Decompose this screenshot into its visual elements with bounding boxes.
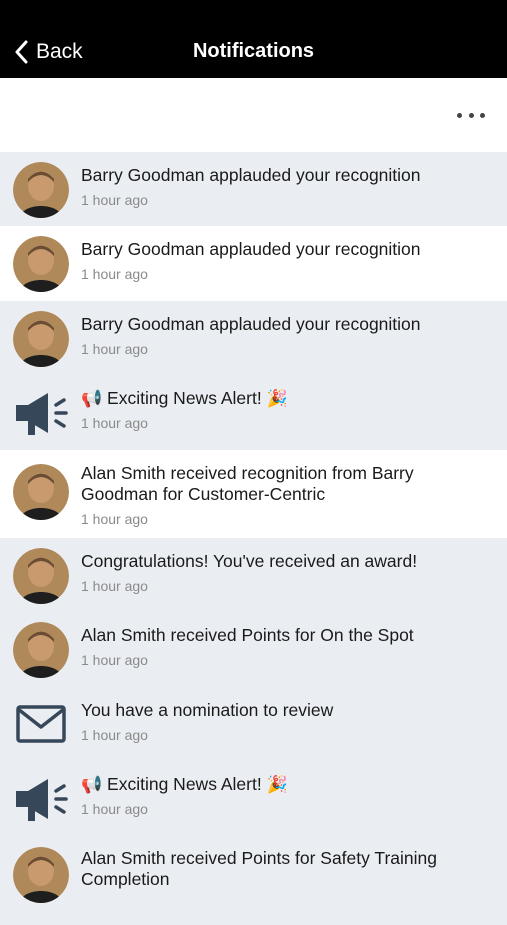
dot [480, 112, 485, 118]
notification-time: 1 hour ago [81, 801, 148, 817]
megaphone-icon [12, 771, 72, 827]
megaphone-emoji: 📢 [81, 775, 103, 794]
user-avatar [13, 162, 69, 218]
notification-item[interactable]: Barry Goodman applauded your recognition… [0, 226, 507, 301]
notification-title: Alan Smith received recognition from Bar… [81, 463, 414, 504]
page-title: Notifications [192, 40, 315, 62]
nav-bar: Back Notifications [0, 0, 507, 78]
notification-item[interactable]: Alan Smith received Points for Safety Tr… [0, 835, 507, 925]
user-avatar [13, 464, 69, 520]
notification-time: 1 hour ago [81, 341, 148, 357]
notification-title-text: Exciting News Alert! [107, 388, 262, 408]
notification-title: 📢 Exciting News Alert! 🎉 [81, 388, 507, 409]
notification-title: 📢 Exciting News Alert! 🎉 [81, 774, 507, 795]
notification-title: Barry Goodman applauded your recognition [81, 165, 421, 185]
party-popper-emoji: 🎉 [266, 775, 288, 794]
notification-item[interactable]: You have a nomination to review 1 hour a… [0, 687, 507, 761]
dot [468, 112, 474, 118]
notification-item[interactable]: Barry Goodman applauded your recognition… [0, 301, 507, 375]
notification-time: 1 hour ago [81, 511, 148, 527]
user-avatar [13, 548, 69, 604]
notification-time: 1 hour ago [81, 266, 148, 282]
user-avatar [13, 311, 69, 367]
envelope-icon [12, 699, 72, 755]
notification-item[interactable]: Congratulations! You've received an awar… [0, 538, 507, 612]
notification-title: Alan Smith received Points for Safety Tr… [81, 848, 438, 889]
notification-item[interactable]: Alan Smith received recognition from Bar… [0, 450, 507, 538]
notification-item[interactable]: 📢 Exciting News Alert! 🎉 1 hour ago [0, 761, 507, 835]
notification-time: 1 hour ago [81, 578, 148, 594]
user-avatar [13, 236, 69, 292]
notification-time: 1 hour ago [81, 727, 148, 743]
notification-title: Alan Smith received Points for On the Sp… [81, 625, 414, 645]
party-popper-emoji: 🎉 [266, 389, 288, 408]
notification-item[interactable]: Barry Goodman applauded your recognition… [0, 152, 507, 226]
more-options-button[interactable] [457, 108, 485, 122]
notification-title: Barry Goodman applauded your recognition [81, 314, 421, 334]
dot [457, 112, 462, 118]
notification-item[interactable]: 📢 Exciting News Alert! 🎉 1 hour ago [0, 375, 507, 450]
notification-title: Barry Goodman applauded your recognition [81, 239, 421, 259]
notification-title-text: Exciting News Alert! [107, 774, 262, 794]
notification-time: 1 hour ago [81, 192, 148, 208]
notification-time: 1 hour ago [81, 652, 148, 668]
toolbar [0, 78, 507, 152]
user-avatar [13, 847, 69, 903]
megaphone-emoji: 📢 [81, 389, 103, 408]
notification-title: Congratulations! You've received an awar… [81, 551, 418, 571]
user-avatar [13, 622, 69, 678]
megaphone-icon [12, 385, 72, 441]
notification-time: 1 hour ago [81, 415, 148, 431]
notification-item[interactable]: Alan Smith received Points for On the Sp… [0, 612, 507, 687]
notification-list: Barry Goodman applauded your recognition… [0, 152, 507, 925]
notification-title: You have a nomination to review [81, 700, 334, 720]
